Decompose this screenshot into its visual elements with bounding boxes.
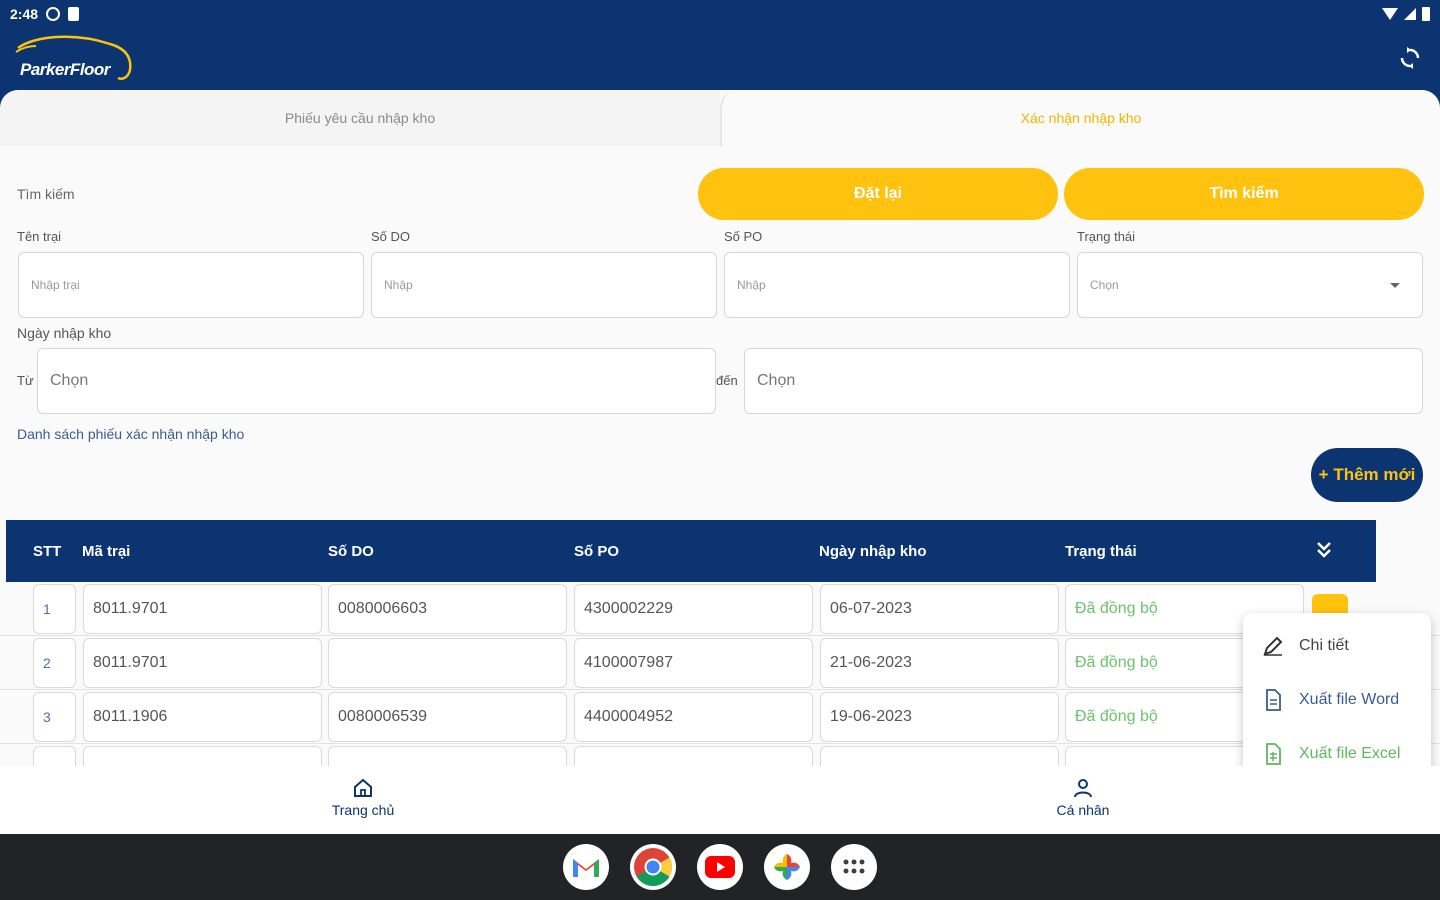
table-row[interactable]: 3 8011.1906 0080006539 4400004952 19-06-… xyxy=(0,690,1440,744)
cell-stt: 3 xyxy=(33,692,76,742)
cell-import-date xyxy=(820,746,1059,766)
cell-farm-code xyxy=(83,746,322,766)
bottom-navigation: Trang chủ Cá nhân xyxy=(0,766,1440,834)
status-time: 2:48 xyxy=(10,6,39,22)
cell-po-number: 4300002229 xyxy=(574,584,813,634)
import-date-label: Ngày nhập kho xyxy=(17,325,112,341)
search-button[interactable]: Tìm kiếm xyxy=(1064,168,1424,220)
column-header-import-date: Ngày nhập kho xyxy=(819,542,927,560)
table-row[interactable]: 2 8011.9701 4100007987 21-06-2023 Đã đồn… xyxy=(0,636,1440,690)
cell-stt: 2 xyxy=(33,638,76,688)
user-icon xyxy=(1074,779,1092,798)
row-action-menu: Chi tiết Xuất file Word Xuất file Excel xyxy=(1243,613,1431,789)
nav-profile-label: Cá nhân xyxy=(1056,802,1110,818)
chevron-down-icon xyxy=(1390,283,1400,288)
battery-icon xyxy=(1422,7,1430,21)
table-row[interactable] xyxy=(0,744,1440,766)
cell-po-number xyxy=(574,746,813,766)
cell-do-number xyxy=(328,746,567,766)
table-header: STT Mã trại Số DO Số PO Ngày nhập kho Tr… xyxy=(6,520,1376,582)
cell-import-date: 19-06-2023 xyxy=(820,692,1059,742)
list-title: Danh sách phiếu xác nhận nhập kho xyxy=(17,426,245,442)
sd-card-icon xyxy=(68,7,80,21)
cell-do-number: 0080006539 xyxy=(328,692,567,742)
farm-name-label: Tên trại xyxy=(17,229,62,244)
nav-home-label: Trang chủ xyxy=(331,802,395,818)
wifi-icon xyxy=(1382,8,1398,20)
double-chevron-down-icon[interactable] xyxy=(1316,540,1332,560)
status-select[interactable]: Chọn xyxy=(1077,252,1423,318)
status-select-value: Chọn xyxy=(1090,278,1119,292)
cell-farm-code: 8011.1906 xyxy=(83,692,322,742)
apps-grid-icon[interactable] xyxy=(831,844,877,890)
to-label: đến xyxy=(716,373,738,388)
home-icon xyxy=(354,778,372,797)
menu-item-label: Xuất file Word xyxy=(1299,691,1400,708)
add-new-button[interactable]: + Thêm mới xyxy=(1311,448,1423,502)
signal-icon xyxy=(1404,8,1416,20)
photos-icon[interactable] xyxy=(764,844,810,890)
app-header: ParkerFloor xyxy=(0,28,1440,92)
po-number-label: Số PO xyxy=(724,229,763,244)
cell-do-number xyxy=(328,638,567,688)
table-row[interactable]: 1 8011.9701 0080006603 4300002229 06-07-… xyxy=(0,582,1440,636)
cell-stt: 1 xyxy=(33,584,76,634)
menu-item-detail[interactable]: Chi tiết xyxy=(1243,619,1431,673)
column-header-do-number: Số DO xyxy=(328,542,374,560)
system-dock xyxy=(0,834,1440,900)
farm-name-input[interactable]: Nhập trại xyxy=(18,252,364,318)
cell-import-date: 06-07-2023 xyxy=(820,584,1059,634)
column-header-stt: STT xyxy=(33,542,62,560)
cell-po-number: 4400004952 xyxy=(574,692,813,742)
cell-import-date: 21-06-2023 xyxy=(820,638,1059,688)
chrome-icon[interactable] xyxy=(630,844,676,890)
do-number-label: Số DO xyxy=(371,229,411,244)
logo-text: ParkerFloor xyxy=(20,60,110,79)
cell-farm-code: 8011.9701 xyxy=(83,638,322,688)
to-date-input[interactable]: Chọn xyxy=(744,348,1423,414)
column-header-status: Trạng thái xyxy=(1065,542,1137,560)
cell-stt xyxy=(33,746,76,766)
nav-profile[interactable]: Cá nhân xyxy=(1023,778,1143,818)
sync-icon[interactable] xyxy=(1398,46,1422,70)
status-label: Trạng thái xyxy=(1077,229,1136,244)
from-label: Từ xyxy=(17,373,34,388)
status-bar: 2:48 xyxy=(0,0,1440,28)
search-section-title: Tìm kiếm xyxy=(17,186,75,202)
column-header-po-number: Số PO xyxy=(574,542,620,560)
from-date-input[interactable]: Chọn xyxy=(37,348,716,414)
gmail-icon[interactable] xyxy=(563,844,609,890)
cell-do-number: 0080006603 xyxy=(328,584,567,634)
tab-warehouse-request[interactable]: Phiếu yêu cầu nhập kho xyxy=(0,90,720,146)
main-content: Phiếu yêu cầu nhập kho Xác nhận nhập kho… xyxy=(0,90,1440,766)
menu-item-label: Chi tiết xyxy=(1299,637,1349,654)
cell-po-number: 4100007987 xyxy=(574,638,813,688)
reset-button[interactable]: Đặt lại xyxy=(698,168,1058,220)
column-header-farm-code: Mã trại xyxy=(82,542,131,560)
excel-file-icon xyxy=(1266,743,1281,765)
menu-item-label: Xuất file Excel xyxy=(1299,745,1401,762)
tab-warehouse-confirm[interactable]: Xác nhận nhập kho xyxy=(720,90,1440,146)
tab-bar: Phiếu yêu cầu nhập kho Xác nhận nhập kho xyxy=(0,90,1440,146)
menu-item-export-word[interactable]: Xuất file Word xyxy=(1243,673,1431,727)
cell-farm-code: 8011.9701 xyxy=(83,584,322,634)
notification-icon xyxy=(46,7,61,21)
do-number-input[interactable]: Nhập xyxy=(371,252,717,318)
edit-icon xyxy=(1263,636,1283,656)
youtube-icon[interactable] xyxy=(697,844,743,890)
word-file-icon xyxy=(1266,689,1281,711)
po-number-input[interactable]: Nhập xyxy=(724,252,1070,318)
nav-home[interactable]: Trang chủ xyxy=(303,778,423,818)
